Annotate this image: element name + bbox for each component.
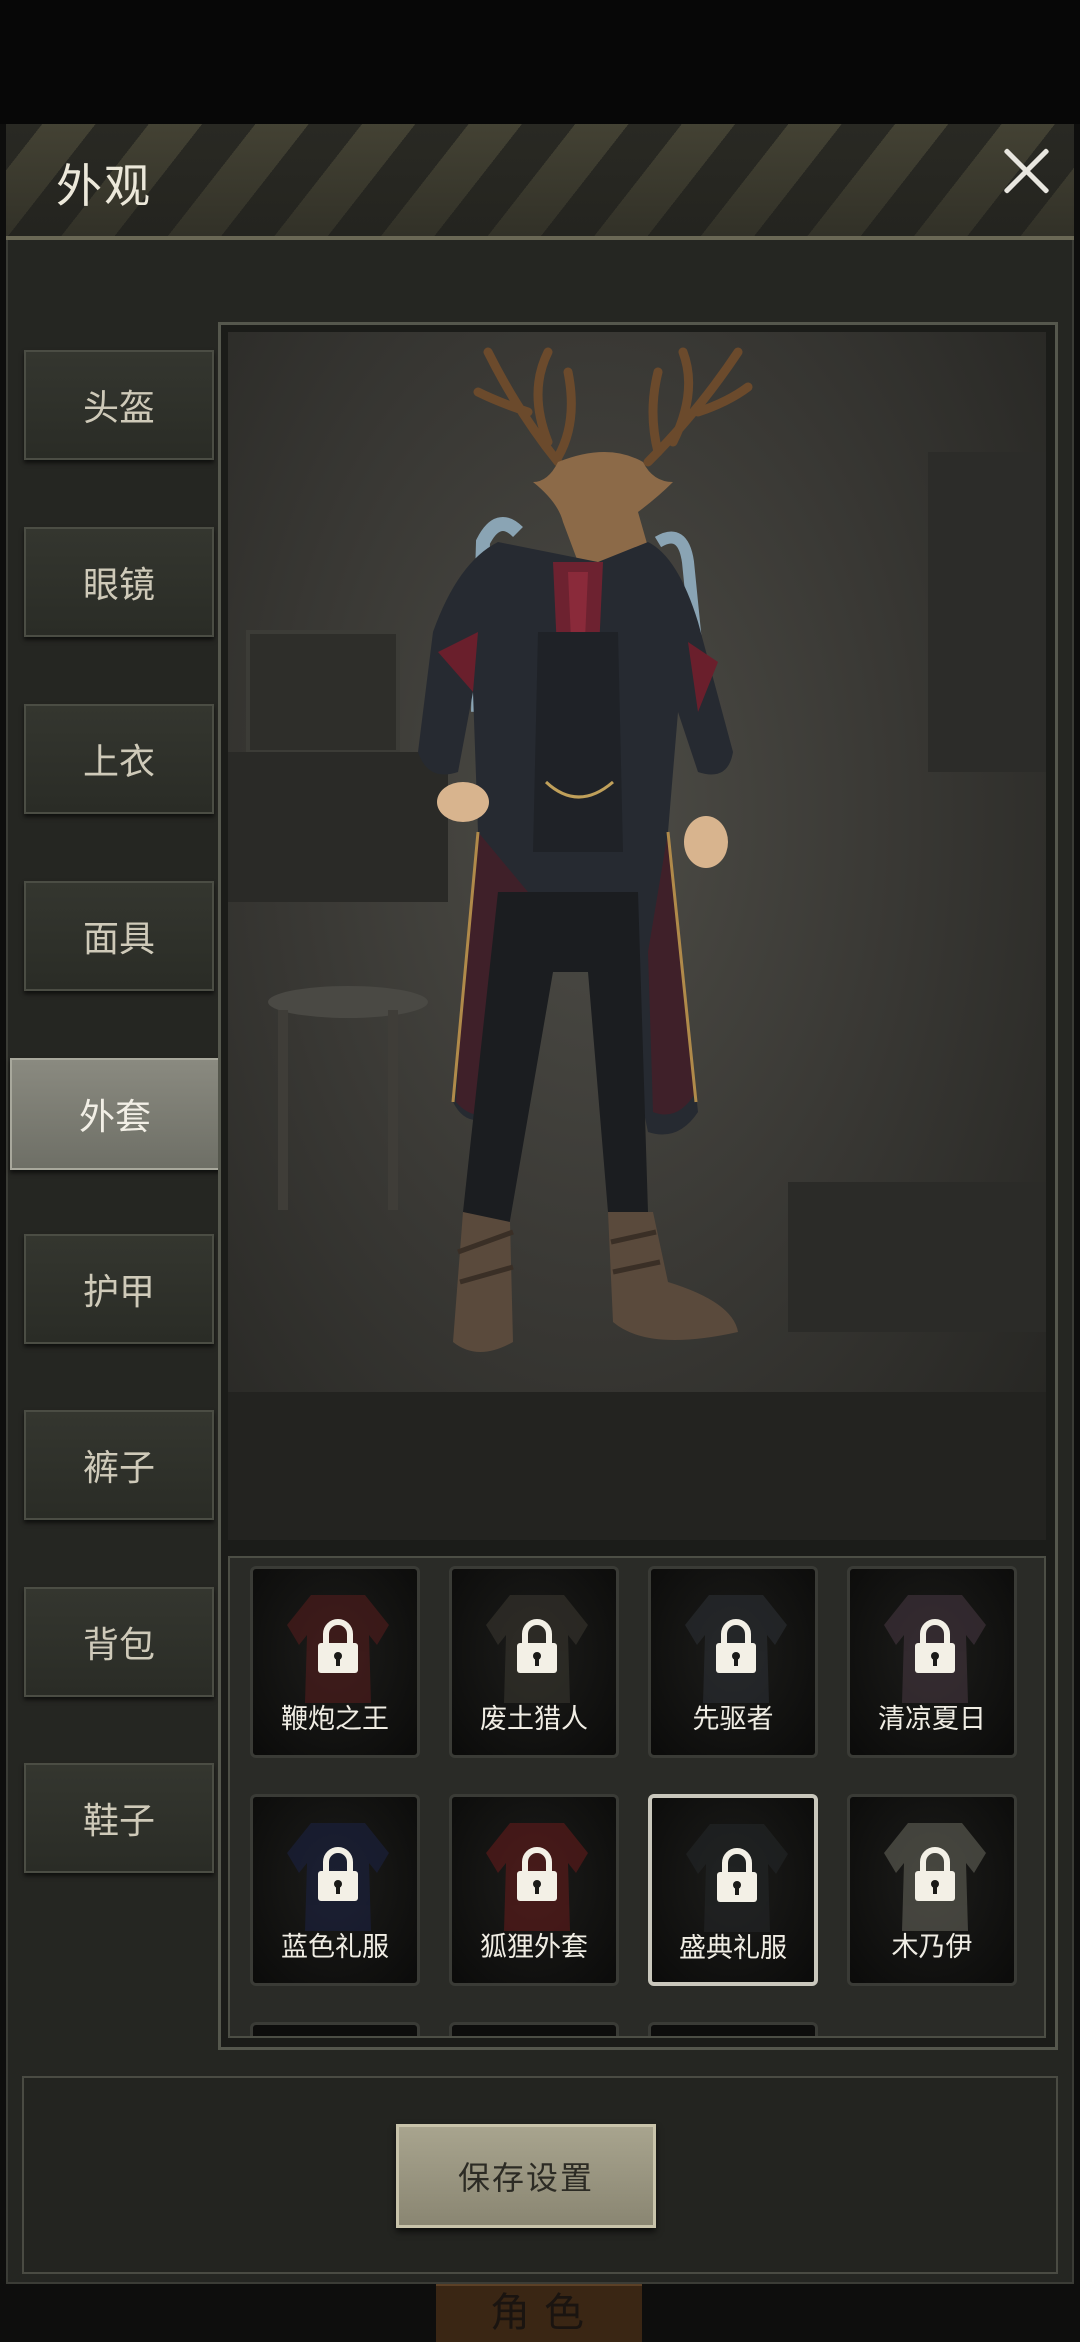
- tab-helmet[interactable]: 头盔: [24, 350, 214, 460]
- page-title: 外观: [56, 159, 152, 213]
- outfit-name: 废土猎人: [480, 1704, 588, 1735]
- header-shade: [6, 124, 1074, 236]
- character-preview: [228, 332, 1046, 1540]
- outfit-card-selected[interactable]: 盛典礼服: [648, 1794, 818, 1986]
- lock-icon: [517, 1619, 557, 1673]
- save-settings-button[interactable]: 保存设置: [396, 2124, 656, 2228]
- lock-icon: [915, 1619, 955, 1673]
- outfit-name: 盛典礼服: [679, 1933, 787, 1964]
- lock-icon: [517, 1847, 557, 1901]
- tab-shoes[interactable]: 鞋子: [24, 1763, 214, 1873]
- outfit-card-partial[interactable]: [449, 2022, 619, 2036]
- tab-backpack[interactable]: 背包: [24, 1587, 214, 1697]
- outfit-grid: 鞭炮之王 废土猎人 先驱者 清凉夏日 蓝色礼服 狐狸外套 盛典礼服 木乃伊: [228, 1556, 1046, 2038]
- tab-mask[interactable]: 面具: [24, 881, 214, 991]
- outfit-card[interactable]: 鞭炮之王: [250, 1566, 420, 1758]
- outfit-card[interactable]: 废土猎人: [449, 1566, 619, 1758]
- outfit-card[interactable]: 清凉夏日: [847, 1566, 1017, 1758]
- lock-icon: [717, 1848, 757, 1902]
- status-bar-area: [0, 0, 1080, 124]
- lock-icon: [318, 1619, 358, 1673]
- outfit-card-partial[interactable]: [250, 2022, 420, 2036]
- tab-shirt[interactable]: 上衣: [24, 704, 214, 814]
- tab-armor[interactable]: 护甲: [24, 1234, 214, 1344]
- outfit-name: 狐狸外套: [480, 1932, 588, 1963]
- lock-icon: [318, 1847, 358, 1901]
- outfit-card[interactable]: 先驱者: [648, 1566, 818, 1758]
- outfit-card[interactable]: 木乃伊: [847, 1794, 1017, 1986]
- underlying-tab-partial: 角色: [436, 2284, 642, 2342]
- tab-glasses[interactable]: 眼镜: [24, 527, 214, 637]
- underlying-tab-label: 角色: [490, 2290, 598, 2336]
- lock-icon: [716, 1619, 756, 1673]
- lock-icon: [915, 1847, 955, 1901]
- outfit-card[interactable]: 蓝色礼服: [250, 1794, 420, 1986]
- tab-coat[interactable]: 外套: [10, 1058, 220, 1170]
- outfit-name: 清凉夏日: [878, 1704, 986, 1735]
- outfit-card-partial[interactable]: [648, 2022, 818, 2036]
- outfit-name: 鞭炮之王: [281, 1704, 389, 1735]
- outfit-card[interactable]: 狐狸外套: [449, 1794, 619, 1986]
- deer-character-illustration: [228, 347, 1046, 1540]
- tab-pants[interactable]: 裤子: [24, 1410, 214, 1520]
- outfit-name: 木乃伊: [891, 1932, 973, 1963]
- close-icon[interactable]: [1000, 145, 1052, 197]
- outfit-name: 先驱者: [692, 1704, 774, 1735]
- outfit-name: 蓝色礼服: [281, 1932, 389, 1963]
